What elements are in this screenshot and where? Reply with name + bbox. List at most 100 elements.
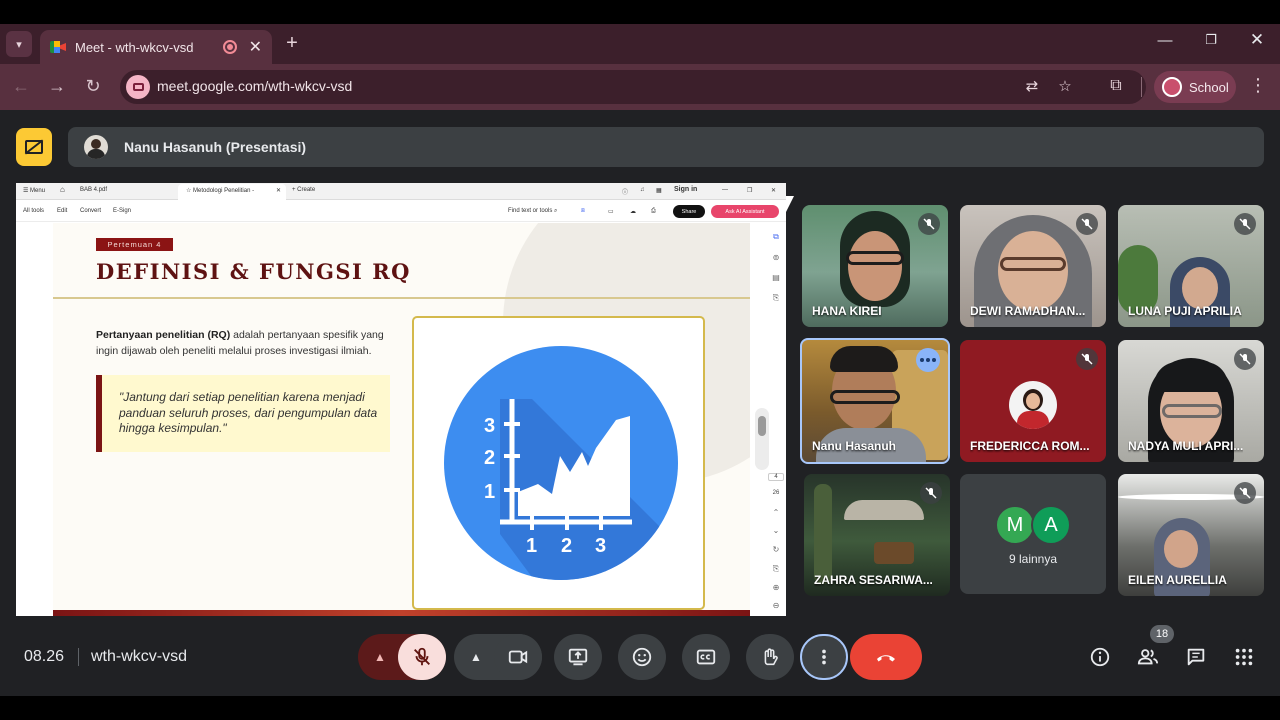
kebab-menu-icon[interactable]: ⋮ [1248, 75, 1268, 96]
presenter-name: Nanu Hasanuh (Presentasi) [124, 139, 307, 155]
participant-tile[interactable]: LUNA PUJI APRILIA [1118, 205, 1264, 327]
participant-name: NADYA MULI APRI... [1128, 439, 1244, 453]
url-text[interactable]: meet.google.com/wth-wkcv-vsd [157, 78, 352, 94]
raise-hand-button[interactable] [746, 634, 794, 680]
participant-avatar [1009, 381, 1057, 429]
participant-tile[interactable]: FREDERICCA ROM... [960, 340, 1106, 462]
leave-call-button[interactable] [850, 634, 922, 680]
activities-button[interactable] [1232, 645, 1256, 669]
pdf-page-total: 26 [772, 490, 780, 496]
slide-bottom-band [53, 610, 750, 616]
pdf-side-icon-3: ▤ [772, 273, 780, 282]
profile-chip[interactable]: School [1154, 71, 1236, 103]
chat-button[interactable] [1184, 645, 1208, 669]
forward-icon[interactable]: → [46, 76, 68, 97]
participant-name: EILEN AURELLIA [1128, 573, 1227, 587]
pdf-share-button: Share [673, 205, 705, 218]
camera-toggle-button[interactable] [494, 634, 542, 680]
participant-tile[interactable]: DEWI RAMADHAN... [960, 205, 1106, 327]
participant-tile[interactable]: EILEN AURELLIA [1118, 474, 1264, 596]
address-bar[interactable]: meet.google.com/wth-wkcv-vsd ⇄ ☆ [120, 70, 1146, 104]
pdf-scrollbar [755, 408, 769, 470]
pdf-find: Find text or tools ⌕ [508, 208, 558, 214]
participant-tile[interactable]: ZAHRA SESARIWA... [804, 474, 950, 596]
restore-icon[interactable]: ❐ [1196, 32, 1226, 48]
hang-up-icon [877, 655, 895, 662]
icon-ytick: 1 [484, 481, 495, 503]
others-tile[interactable]: M A 9 lainnya [960, 474, 1106, 594]
captions-button[interactable] [682, 634, 730, 680]
browser-tab-meet[interactable]: Meet - wth-wkcv-vsd ✕ [40, 30, 272, 64]
participant-name: FREDERICCA ROM... [970, 439, 1090, 453]
browser-tab-bar: ▾ Meet - wth-wkcv-vsd ✕ + — ❐ ✕ [0, 24, 1280, 64]
slide-definition: Pertanyaan penelitian (RQ) adalah pertan… [96, 327, 386, 359]
camera-options-chevron-icon[interactable]: ▲ [470, 650, 482, 664]
presentation-icon[interactable] [16, 128, 52, 166]
pdf-cloud-icon: ☁ [630, 209, 636, 215]
more-options-icon[interactable] [916, 348, 940, 372]
pdf-menu-button: ☰ Menu [23, 188, 46, 194]
pdf-tool-icon-1: ⧈ [581, 208, 585, 214]
pdf-app-tabbar: ☰ Menu ⌂ BAB 4.pdf ☆ Metodologi Peneliti… [16, 183, 786, 200]
tab-list-icon[interactable]: ▾ [6, 31, 32, 57]
site-info-icon[interactable] [126, 75, 150, 99]
captions-icon [696, 649, 716, 665]
participant-name: LUNA PUJI APRILIA [1128, 304, 1242, 318]
reactions-button[interactable] [618, 634, 666, 680]
translate-icon[interactable]: ⇄ [1022, 77, 1042, 95]
pdf-zoom-out-icon: ⊖ [772, 601, 780, 610]
pdf-bell-icon: ♫ [640, 187, 645, 193]
presentation-slide: Pertemuan 4 DEFINISI & FUNGSI RQ Pertany… [53, 223, 750, 616]
pdf-refresh-icon: ↻ [772, 545, 780, 554]
pdf-convert: Convert [80, 208, 102, 214]
icon-xtick: 2 [561, 535, 572, 557]
pdf-zoom-in-icon: ⊕ [772, 583, 780, 592]
back-icon[interactable]: ← [10, 76, 32, 97]
pdf-active-tab: ☆ Metodologi Penelitian - [186, 188, 255, 194]
present-screen-button[interactable] [554, 634, 602, 680]
letterbox-top [0, 0, 1280, 24]
meet-favicon [50, 41, 66, 53]
pdf-save-icon: ⎘ [772, 564, 780, 573]
mic-off-icon [414, 647, 430, 666]
new-tab-icon[interactable]: + [282, 32, 302, 55]
definition-term: Pertanyaan penelitian (RQ) [96, 329, 231, 341]
recording-icon [222, 40, 237, 54]
camera-icon [508, 650, 528, 664]
meeting-details-button[interactable] [1088, 645, 1112, 669]
participant-tile[interactable]: HANA KIREI [802, 205, 948, 327]
pdf-edit: Edit [57, 208, 68, 214]
extensions-icon[interactable]: ⧉ [1106, 77, 1126, 95]
participant-tile-active-speaker[interactable]: Nanu Hasanuh [800, 338, 950, 464]
pdf-ai-button: Ask AI Assistant [711, 205, 779, 218]
tab-title: Meet - wth-wkcv-vsd [75, 39, 194, 55]
people-button[interactable] [1136, 645, 1160, 669]
mic-options-chevron-icon[interactable]: ▲ [374, 650, 386, 664]
mic-off-icon [920, 482, 942, 504]
app-root: ▾ Meet - wth-wkcv-vsd ✕ + — ❐ ✕ ← → ↻ me… [0, 0, 1280, 720]
pdf-print-icon: ⎙ [651, 208, 656, 214]
reload-icon[interactable]: ↻ [82, 76, 104, 97]
more-options-button[interactable] [800, 634, 848, 680]
raise-hand-icon [764, 648, 778, 666]
participant-tile[interactable]: NADYA MULI APRI... [1118, 340, 1264, 462]
mic-toggle-button[interactable] [398, 634, 446, 680]
info-icon [1090, 647, 1110, 667]
slide-image-frame: 3 2 1 1 2 3 [412, 316, 705, 610]
close-tab-icon[interactable]: ✕ [249, 37, 262, 57]
participant-count-badge: 18 [1150, 625, 1174, 643]
close-window-icon[interactable]: ✕ [1242, 30, 1272, 50]
pdf-page-up-icon: ⌃ [772, 508, 780, 517]
slide-title: DEFINISI & FUNGSI RQ [96, 259, 411, 284]
present-screen-icon [568, 648, 588, 666]
profile-label: School [1189, 79, 1229, 95]
minimize-icon[interactable]: — [1150, 32, 1180, 49]
icon-ytick: 2 [484, 447, 495, 469]
mic-off-icon [1076, 213, 1098, 235]
chart-illustration-icon: 3 2 1 1 2 3 [442, 344, 680, 582]
mic-off-icon [1234, 213, 1256, 235]
pdf-menubar: All tools Edit Convert E-Sign Find text … [16, 200, 786, 222]
bookmark-star-icon[interactable]: ☆ [1055, 77, 1075, 95]
participant-name: HANA KIREI [812, 304, 882, 318]
browser-toolbar: ← → ↻ meet.google.com/wth-wkcv-vsd ⇄ ☆ ⧉… [0, 64, 1280, 110]
